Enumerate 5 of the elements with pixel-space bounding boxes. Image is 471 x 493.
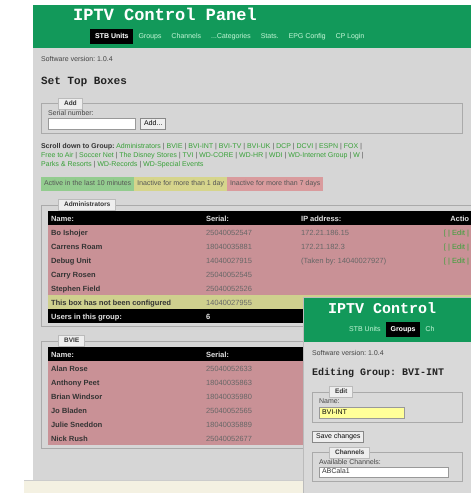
page-heading: Set Top Boxes (41, 76, 128, 90)
app-title: IPTV Control Panel (72, 6, 258, 28)
page-heading: Editing Group: BVI-INT (312, 368, 446, 380)
serial-input[interactable] (48, 118, 136, 130)
app-title: IPTV Control (327, 300, 438, 320)
